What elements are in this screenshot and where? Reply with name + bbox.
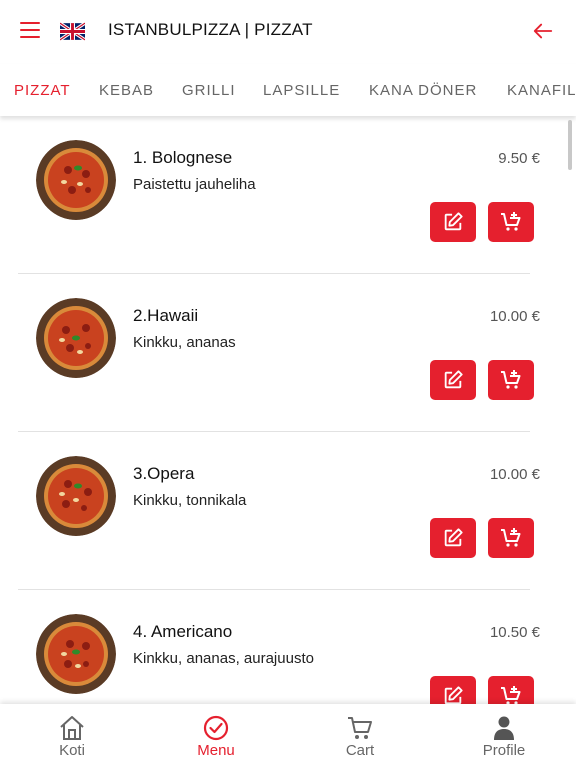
pizza-image [36, 456, 116, 536]
item-price: 9.50 € [498, 150, 540, 167]
add-to-cart-icon [501, 686, 521, 704]
menu-item[interactable]: 4. Americano Kinkku, ananas, aurajuusto … [18, 590, 540, 704]
cart-icon [348, 717, 372, 739]
add-to-cart-button[interactable] [488, 360, 534, 400]
app-header: ISTANBULPIZZA | PIZZAT [0, 0, 576, 64]
item-price: 10.00 € [489, 466, 540, 483]
page-title: ISTANBULPIZZA | PIZZAT [108, 20, 313, 39]
menu-item[interactable]: 3.Opera Kinkku, tonnikala 10.00 € [18, 432, 540, 590]
edit-icon [444, 212, 463, 231]
pizza-image [36, 614, 116, 694]
menu-item[interactable]: 2.Hawaii Kinkku, ananas 10.00 € [18, 274, 540, 432]
edit-icon [444, 528, 463, 547]
item-name: 2.Hawaii [133, 306, 199, 325]
tab-pizzat[interactable]: PIZZAT [14, 82, 71, 99]
item-description: Kinkku, ananas [133, 334, 236, 351]
add-to-cart-button[interactable] [488, 676, 534, 704]
item-price: 10.00 € [489, 308, 540, 325]
pizza-image [36, 140, 116, 220]
category-tabs: PIZZAT KEBAB GRILLI LAPSILLE KANA DÖNER … [0, 64, 576, 116]
arrow-left-icon[interactable] [532, 20, 554, 42]
edit-button[interactable] [430, 202, 476, 242]
edit-button[interactable] [430, 518, 476, 558]
home-icon [60, 716, 84, 740]
edit-icon [444, 686, 463, 704]
nav-label: Cart [345, 742, 375, 759]
person-icon [494, 716, 514, 740]
item-description: Paistettu jauheliha [133, 176, 256, 193]
item-price: 10.50 € [489, 624, 540, 641]
item-name: 3.Opera [133, 464, 195, 483]
tab-grilli[interactable]: GRILLI [182, 82, 236, 99]
nav-label: Koti [59, 742, 85, 759]
nav-profile[interactable]: Profile [432, 704, 576, 768]
check-circle-icon [203, 715, 229, 741]
tab-kebab[interactable]: KEBAB [99, 82, 154, 99]
nav-koti[interactable]: Koti [0, 704, 144, 768]
bottom-navigation: Koti Menu Cart Profile [0, 704, 576, 768]
item-description: Kinkku, ananas, aurajuusto [133, 650, 314, 667]
item-name: 4. Americano [133, 622, 233, 641]
tab-kanafile[interactable]: KANAFILE [507, 82, 576, 99]
tab-kana-doner[interactable]: KANA DÖNER [369, 82, 477, 99]
menu-item-list: 1. Bolognese Paistettu jauheliha 9.50 € [0, 116, 576, 704]
add-to-cart-button[interactable] [488, 202, 534, 242]
add-to-cart-icon [501, 370, 521, 389]
nav-cart[interactable]: Cart [288, 704, 432, 768]
add-to-cart-icon [501, 212, 521, 231]
nav-label: Profile [482, 742, 526, 759]
scrollbar[interactable] [568, 120, 572, 170]
nav-label: Menu [197, 742, 235, 759]
uk-flag-icon[interactable] [60, 22, 85, 41]
edit-button[interactable] [430, 676, 476, 704]
menu-item[interactable]: 1. Bolognese Paistettu jauheliha 9.50 € [18, 116, 540, 274]
edit-icon [444, 370, 463, 389]
item-description: Kinkku, tonnikala [133, 492, 247, 509]
add-to-cart-button[interactable] [488, 518, 534, 558]
pizza-image [36, 298, 116, 378]
edit-button[interactable] [430, 360, 476, 400]
add-to-cart-icon [501, 528, 521, 547]
item-name: 1. Bolognese [133, 148, 233, 167]
nav-menu[interactable]: Menu [144, 704, 288, 768]
tab-lapsille[interactable]: LAPSILLE [263, 82, 340, 99]
hamburger-menu-icon[interactable] [20, 22, 40, 40]
